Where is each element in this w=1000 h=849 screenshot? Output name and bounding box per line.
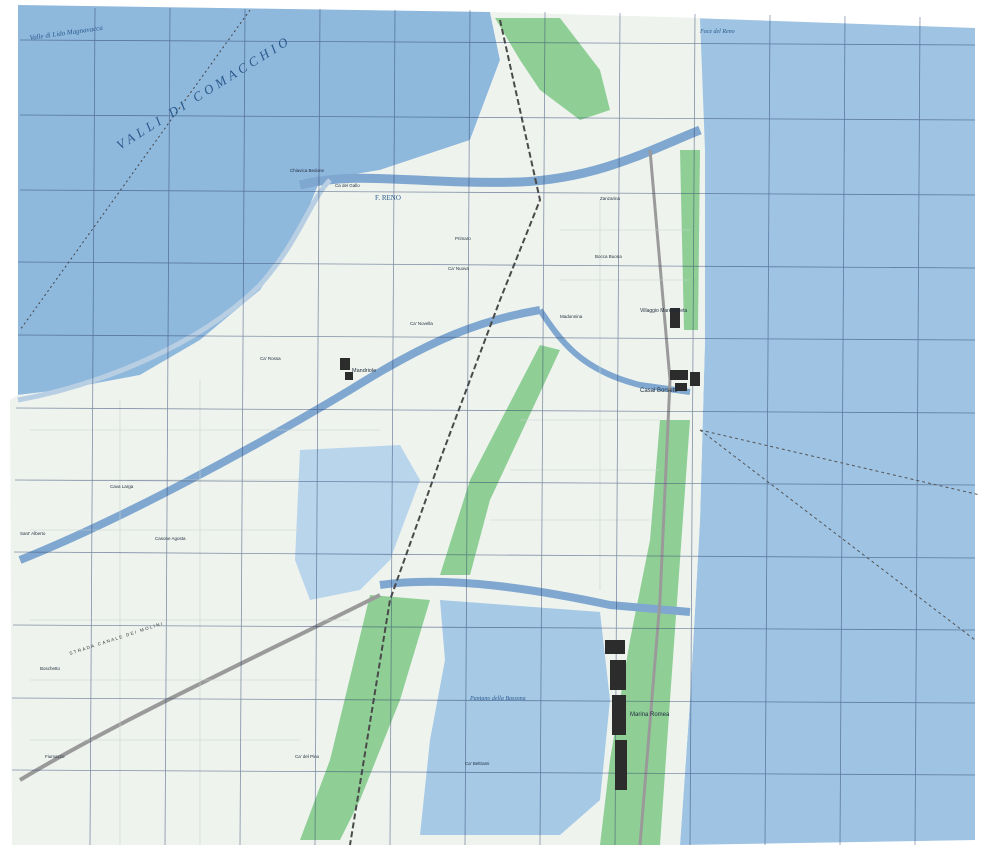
place-label: Cava Larga: [110, 484, 134, 489]
place-label: Bocca Buona: [595, 254, 622, 259]
south-wetland: [420, 600, 610, 835]
adriatic-sea: [680, 18, 975, 845]
casal-borsetti-label: Casal Borsetti: [640, 388, 677, 394]
place-label: Zanzarina: [600, 196, 621, 201]
south-lagoon-label: Pantano della Bassona: [469, 696, 526, 702]
place-label: Ca del Gallo: [335, 183, 360, 188]
place-label: Chiavica Bedone: [290, 168, 325, 173]
place-label: Ca' Novella: [410, 321, 433, 326]
marina-romea-label: Marina Romea: [630, 712, 670, 718]
place-label: Sant' Alberto: [20, 531, 46, 536]
place-label: Ca' Beltrami: [465, 761, 489, 766]
villaggio-label: Villaggio Mare Pineta: [640, 308, 687, 314]
place-label: Ca' del Pino: [295, 754, 320, 759]
place-label: Casone Agosta: [155, 536, 186, 541]
mandriole-label: Mandriole: [352, 368, 376, 374]
place-label: Boschetto: [40, 666, 61, 671]
place-label: Ca' Nuova: [448, 266, 469, 271]
river-label: F. RENO: [375, 194, 401, 202]
river-mouth-label: Foce del Reno: [699, 29, 735, 35]
topographic-map: VALLI DI COMACCHIO Valle di Lido Magnava…: [0, 0, 1000, 849]
place-label: Primaro: [455, 236, 471, 241]
place-label: Ca' Rossa: [260, 356, 281, 361]
place-label: Madonnina: [560, 314, 583, 319]
place-label: Fiumazzo: [45, 754, 65, 759]
